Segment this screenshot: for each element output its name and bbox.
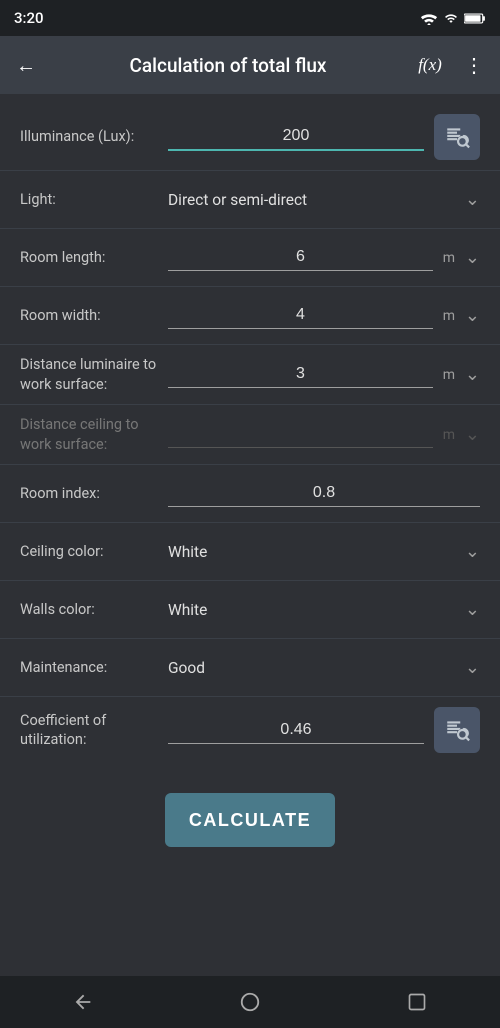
coefficient-lookup-button[interactable]	[434, 707, 480, 753]
recents-nav-icon	[407, 992, 427, 1012]
ceiling-color-row: Ceiling color: White ⌄	[0, 523, 500, 581]
app-bar-title: Calculation of total flux	[56, 54, 400, 77]
distance-ceiling-chevron: ⌄	[465, 424, 480, 445]
status-time: 3:20	[14, 9, 44, 27]
room-length-chevron[interactable]: ⌄	[465, 247, 480, 268]
formula-button[interactable]: f(x)	[416, 55, 444, 75]
light-input-area: Direct or semi-direct	[168, 191, 457, 209]
distance-luminaire-chevron[interactable]: ⌄	[465, 364, 480, 385]
home-nav-button[interactable]	[220, 991, 280, 1013]
maintenance-row: Maintenance: Good ⌄	[0, 639, 500, 697]
status-icons	[420, 12, 486, 25]
walls-color-label: Walls color:	[20, 600, 168, 620]
illuminance-input[interactable]	[168, 123, 424, 151]
room-index-input-area	[168, 480, 480, 507]
room-length-row: Room length: m ⌄	[0, 229, 500, 287]
coefficient-input[interactable]	[168, 717, 424, 744]
room-index-row: Room index:	[0, 465, 500, 523]
room-width-input-area	[168, 302, 433, 329]
distance-luminaire-unit: m	[441, 367, 457, 383]
room-index-label: Room index:	[20, 484, 168, 504]
room-length-input[interactable]	[168, 244, 433, 271]
nav-bar	[0, 976, 500, 1028]
light-chevron[interactable]: ⌄	[465, 189, 480, 210]
distance-ceiling-row: Distance ceiling to work surface: m ⌄	[0, 405, 500, 465]
room-length-label: Room length:	[20, 248, 168, 268]
more-button[interactable]: ⋮	[460, 53, 488, 77]
back-nav-icon	[72, 991, 94, 1013]
list-search-icon	[444, 124, 470, 150]
battery-icon	[464, 12, 486, 25]
light-row: Light: Direct or semi-direct ⌄	[0, 171, 500, 229]
maintenance-input-area: Good	[168, 659, 457, 677]
ceiling-color-chevron[interactable]: ⌄	[465, 541, 480, 562]
room-width-chevron[interactable]: ⌄	[465, 305, 480, 326]
back-button[interactable]: ←	[12, 53, 40, 78]
ceiling-color-input-area: White	[168, 543, 457, 561]
app-bar: ← Calculation of total flux f(x) ⋮	[0, 36, 500, 94]
coefficient-label: Coefficient of utilization:	[20, 711, 168, 750]
room-width-unit: m	[441, 308, 457, 324]
home-nav-icon	[239, 991, 261, 1013]
walls-color-row: Walls color: White ⌄	[0, 581, 500, 639]
recents-nav-button[interactable]	[387, 992, 447, 1012]
room-width-label: Room width:	[20, 306, 168, 326]
distance-luminaire-row: Distance luminaire to work surface: m ⌄	[0, 345, 500, 405]
distance-ceiling-unit: m	[441, 427, 457, 443]
room-width-input[interactable]	[168, 302, 433, 329]
signal-icon	[444, 12, 458, 25]
light-value: Direct or semi-direct	[168, 191, 307, 209]
distance-ceiling-input	[168, 421, 433, 448]
maintenance-label: Maintenance:	[20, 658, 168, 678]
wifi-icon	[420, 12, 438, 25]
status-bar: 3:20	[0, 0, 500, 36]
room-length-unit: m	[441, 250, 457, 266]
maintenance-value: Good	[168, 659, 205, 677]
calculate-section: CALCULATE	[0, 763, 500, 867]
illuminance-label: Illuminance (Lux):	[20, 127, 168, 147]
maintenance-chevron[interactable]: ⌄	[465, 657, 480, 678]
coefficient-row: Coefficient of utilization:	[0, 697, 500, 763]
light-label: Light:	[20, 190, 168, 210]
distance-ceiling-input-area	[168, 421, 433, 448]
distance-luminaire-input[interactable]	[168, 361, 433, 388]
back-nav-button[interactable]	[53, 991, 113, 1013]
walls-color-input-area: White	[168, 601, 457, 619]
list-search-icon-2	[444, 717, 470, 743]
distance-luminaire-input-area	[168, 361, 433, 388]
ceiling-color-label: Ceiling color:	[20, 542, 168, 562]
distance-ceiling-label: Distance ceiling to work surface:	[20, 415, 168, 454]
distance-luminaire-label: Distance luminaire to work surface:	[20, 355, 168, 394]
room-length-input-area	[168, 244, 433, 271]
room-width-row: Room width: m ⌄	[0, 287, 500, 345]
walls-color-chevron[interactable]: ⌄	[465, 599, 480, 620]
illuminance-row: Illuminance (Lux):	[0, 104, 500, 171]
room-index-input[interactable]	[168, 480, 480, 507]
calculate-button[interactable]: CALCULATE	[165, 793, 335, 847]
illuminance-input-area	[168, 123, 424, 151]
form-content: Illuminance (Lux): Light: Direct or semi…	[0, 94, 500, 976]
walls-color-value: White	[168, 601, 207, 619]
ceiling-color-value: White	[168, 543, 207, 561]
coefficient-input-area	[168, 717, 424, 744]
illuminance-lookup-button[interactable]	[434, 114, 480, 160]
